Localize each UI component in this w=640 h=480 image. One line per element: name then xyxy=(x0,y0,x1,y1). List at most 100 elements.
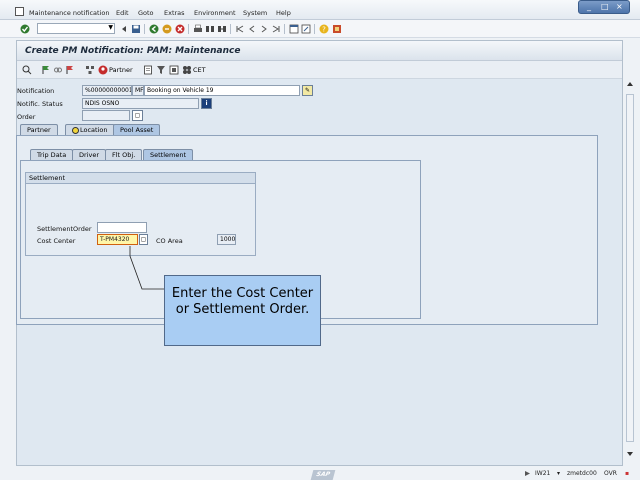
settlement-order-label: SettlementOrder xyxy=(37,225,92,233)
tab-partner-label: Partner xyxy=(27,126,51,134)
customize-layout-icon[interactable] xyxy=(332,24,342,34)
notification-number-field: %00000000001 xyxy=(82,85,132,96)
last-page-icon[interactable] xyxy=(271,24,281,34)
status-info-icon[interactable]: i xyxy=(201,98,212,109)
new-session-icon[interactable] xyxy=(289,24,299,34)
chevron-down-icon[interactable]: ▼ xyxy=(108,24,113,31)
partner-button[interactable]: Partner xyxy=(109,66,133,74)
close-icon[interactable]: × xyxy=(616,2,623,11)
co-area-label: CO Area xyxy=(156,237,183,245)
find-icon[interactable] xyxy=(205,24,215,34)
tab-driver-label: Driver xyxy=(79,151,100,159)
find-next-icon[interactable] xyxy=(217,24,227,34)
toolbar-separator xyxy=(314,24,315,34)
partner-icon xyxy=(98,65,108,75)
maximize-icon[interactable]: □ xyxy=(601,2,609,11)
sap-logo: SAP xyxy=(310,470,336,480)
print-icon[interactable] xyxy=(193,24,203,34)
command-field[interactable]: ▼ xyxy=(37,23,115,34)
cancel-icon[interactable] xyxy=(175,24,185,34)
co-area-field: 1000 xyxy=(217,234,236,245)
tab-trip-data[interactable]: Trip Data xyxy=(30,149,74,160)
expand-status-icon[interactable] xyxy=(524,470,531,477)
insert-mode: OVR xyxy=(604,470,617,477)
settlement-order-field[interactable] xyxy=(97,222,147,233)
cost-center-label: Cost Center xyxy=(37,237,76,245)
collapse-arrow-icon[interactable] xyxy=(119,24,129,34)
transaction-code: IW21 xyxy=(535,470,551,477)
back-icon[interactable] xyxy=(149,24,159,34)
create-order-icon[interactable]: ▢ xyxy=(132,110,143,121)
filter-icon[interactable] xyxy=(156,65,166,75)
cost-center-field[interactable]: T-PM4320 xyxy=(97,234,138,245)
location-radio-icon xyxy=(72,126,79,134)
status-field: NDIS OSNO xyxy=(82,98,199,109)
tab-pool-asset-label: Pool Asset xyxy=(120,126,154,134)
status-label: Notific. Status xyxy=(17,100,63,108)
menu-goto[interactable]: Goto xyxy=(138,9,154,17)
standard-toolbar: ▼ ? xyxy=(0,20,640,38)
tab-partner[interactable]: Partner xyxy=(20,124,58,135)
svg-text:?: ? xyxy=(322,26,326,34)
application-toolbar: Partner CET xyxy=(17,61,622,79)
lock-icon: ▪ xyxy=(625,470,630,477)
menu-environment[interactable]: Environment xyxy=(194,9,236,17)
next-page-icon[interactable] xyxy=(259,24,269,34)
save-icon[interactable] xyxy=(131,24,141,34)
first-page-icon[interactable] xyxy=(235,24,245,34)
tab-settlement-label: Settlement xyxy=(150,151,187,159)
tab-settlement[interactable]: Settlement xyxy=(143,149,194,160)
previous-page-icon[interactable] xyxy=(247,24,257,34)
cet-button[interactable]: CET xyxy=(193,66,206,74)
minimize-icon[interactable]: _ xyxy=(587,2,591,11)
menu-edit[interactable]: Edit xyxy=(116,9,129,17)
link-icon[interactable] xyxy=(53,65,63,75)
shortcut-icon[interactable] xyxy=(301,24,311,34)
exit-icon[interactable] xyxy=(162,24,172,34)
tab-location-label: Location xyxy=(80,126,108,134)
scrollbar-thumb[interactable] xyxy=(626,94,634,442)
help-icon[interactable]: ? xyxy=(319,24,329,34)
objects-icon[interactable] xyxy=(169,65,179,75)
menu-bar: Maintenance notification Edit Goto Extra… xyxy=(0,0,640,20)
tab-flt-obj-label: Flt Obj. xyxy=(112,151,136,159)
toolbar-separator xyxy=(284,24,285,34)
menu-maintenance-notification[interactable]: Maintenance notification xyxy=(29,9,109,17)
notification-label: Notification xyxy=(17,87,55,95)
hierarchy-icon[interactable] xyxy=(85,65,95,75)
settlement-group-title: Settlement xyxy=(26,173,255,184)
tab-location[interactable]: Location xyxy=(65,124,115,135)
notification-description-field[interactable]: Booking on Vehicle 19 xyxy=(144,85,300,96)
vertical-scrollbar[interactable] xyxy=(625,80,635,460)
scroll-down-icon[interactable] xyxy=(626,450,634,458)
list-icon[interactable] xyxy=(143,65,153,75)
cet-icon xyxy=(183,66,191,74)
menu-system[interactable]: System xyxy=(243,9,267,17)
tab-pool-asset[interactable]: Pool Asset xyxy=(113,124,161,135)
flag-status-icon[interactable] xyxy=(65,65,75,75)
notification-type-field: MF xyxy=(132,85,144,96)
page-title: Create PM Notification: PAM: Maintenance xyxy=(25,46,241,56)
order-field[interactable] xyxy=(82,110,130,121)
scroll-up-icon[interactable] xyxy=(626,80,634,88)
tab-driver[interactable]: Driver xyxy=(72,149,107,160)
enter-icon[interactable] xyxy=(20,24,30,34)
value-help-icon[interactable]: ▢ xyxy=(139,234,148,245)
toolbar-separator xyxy=(144,24,145,34)
order-label: Order xyxy=(17,113,36,121)
flag-icon[interactable] xyxy=(41,65,51,75)
menu-extras[interactable]: Extras xyxy=(164,9,185,17)
display-icon[interactable] xyxy=(22,65,32,75)
menu-help[interactable]: Help xyxy=(276,9,291,17)
instruction-callout: Enter the Cost Center or Settlement Orde… xyxy=(164,275,321,346)
tab-trip-data-label: Trip Data xyxy=(37,151,67,159)
tab-flt-obj[interactable]: Flt Obj. xyxy=(105,149,143,160)
title-bar: Create PM Notification: PAM: Maintenance xyxy=(17,41,622,61)
long-text-icon[interactable]: ✎ xyxy=(302,85,313,96)
toolbar-separator xyxy=(230,24,231,34)
chevron-down-icon[interactable]: ▾ xyxy=(557,470,560,477)
window-controls: _ □ × xyxy=(578,0,630,14)
toolbar-separator xyxy=(188,24,189,34)
server-name: zmetdc00 xyxy=(567,470,597,477)
system-menu-icon[interactable] xyxy=(15,7,24,16)
